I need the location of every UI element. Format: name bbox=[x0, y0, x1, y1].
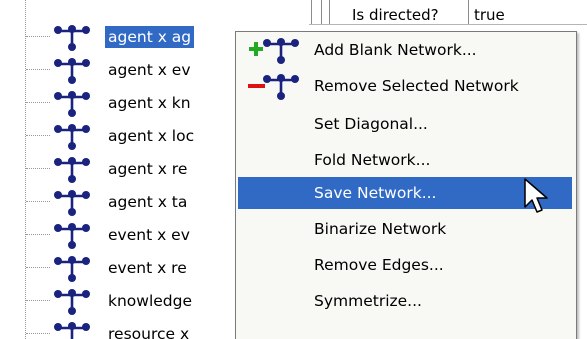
tree-item-label: event x ev bbox=[108, 226, 190, 244]
menu-item-label: Remove Edges... bbox=[314, 256, 444, 274]
menu-item-label: Symmetrize... bbox=[314, 292, 422, 310]
grid-divider bbox=[321, 0, 322, 24]
tree-connector bbox=[26, 36, 50, 37]
tree-item-label: knowledge bbox=[108, 292, 193, 310]
tree-connector bbox=[26, 300, 50, 301]
menu-item-remove-selected-network[interactable]: Remove Selected Network bbox=[238, 70, 572, 102]
network-icon bbox=[54, 91, 90, 117]
tree-connector bbox=[26, 267, 50, 268]
tree-item-label: agent x ev bbox=[108, 61, 191, 79]
tree-item-label: event x re bbox=[108, 259, 187, 277]
network-icon bbox=[54, 289, 90, 315]
tree-connector bbox=[26, 234, 50, 235]
menu-item-set-diagonal[interactable]: Set Diagonal... bbox=[238, 108, 572, 140]
menu-item-fold-network[interactable]: Fold Network... bbox=[238, 144, 572, 176]
menu-item-label: Add Blank Network... bbox=[314, 41, 477, 59]
screen: agent x ag agent x ev agent x kn agent x… bbox=[0, 0, 587, 339]
grid-divider bbox=[468, 0, 469, 24]
menu-item-label: Remove Selected Network bbox=[314, 77, 519, 95]
menu-item-save-network[interactable]: Save Network... bbox=[238, 177, 572, 209]
menu-item-label: Save Network... bbox=[314, 184, 437, 202]
tree-item-label: agent x ag bbox=[105, 26, 195, 48]
menu-item-label: Binarize Network bbox=[314, 220, 447, 238]
remove-network-icon bbox=[248, 74, 299, 100]
network-icon bbox=[54, 256, 90, 282]
tree-item-label: agent x re bbox=[108, 160, 188, 178]
tree-connector bbox=[26, 201, 50, 202]
menu-item-add-blank-network[interactable]: Add Blank Network... bbox=[238, 34, 572, 66]
tree-connector bbox=[26, 102, 50, 103]
tree-item-label: agent x kn bbox=[108, 94, 191, 112]
network-icon bbox=[54, 25, 90, 51]
mouse-cursor-icon bbox=[524, 178, 548, 213]
tree-connector bbox=[26, 135, 50, 136]
menu-item-label: Set Diagonal... bbox=[314, 115, 428, 133]
grid-divider bbox=[329, 0, 330, 24]
property-value[interactable]: true bbox=[474, 6, 505, 24]
tree-connector bbox=[26, 333, 50, 334]
menu-item-remove-edges[interactable]: Remove Edges... bbox=[238, 249, 572, 281]
network-icon bbox=[54, 58, 90, 84]
menu-item-binarize-network[interactable]: Binarize Network bbox=[238, 213, 572, 245]
network-icon bbox=[54, 124, 90, 150]
grid-divider bbox=[311, 0, 312, 24]
network-icon bbox=[54, 322, 90, 339]
menu-item-symmetrize[interactable]: Symmetrize... bbox=[238, 285, 572, 317]
network-icon bbox=[54, 190, 90, 216]
tree-item-label: agent x loc bbox=[108, 127, 195, 145]
tree-connector bbox=[26, 168, 50, 169]
tree-item-label: resource x bbox=[108, 325, 190, 339]
add-network-icon bbox=[249, 38, 299, 64]
network-icon bbox=[54, 223, 90, 249]
menu-item-label: Fold Network... bbox=[314, 151, 431, 169]
properties-grid bbox=[309, 0, 587, 25]
network-icon bbox=[54, 157, 90, 183]
tree-connector bbox=[26, 69, 50, 70]
property-name: Is directed? bbox=[352, 6, 439, 24]
tree-item-label: agent x ta bbox=[108, 193, 188, 211]
